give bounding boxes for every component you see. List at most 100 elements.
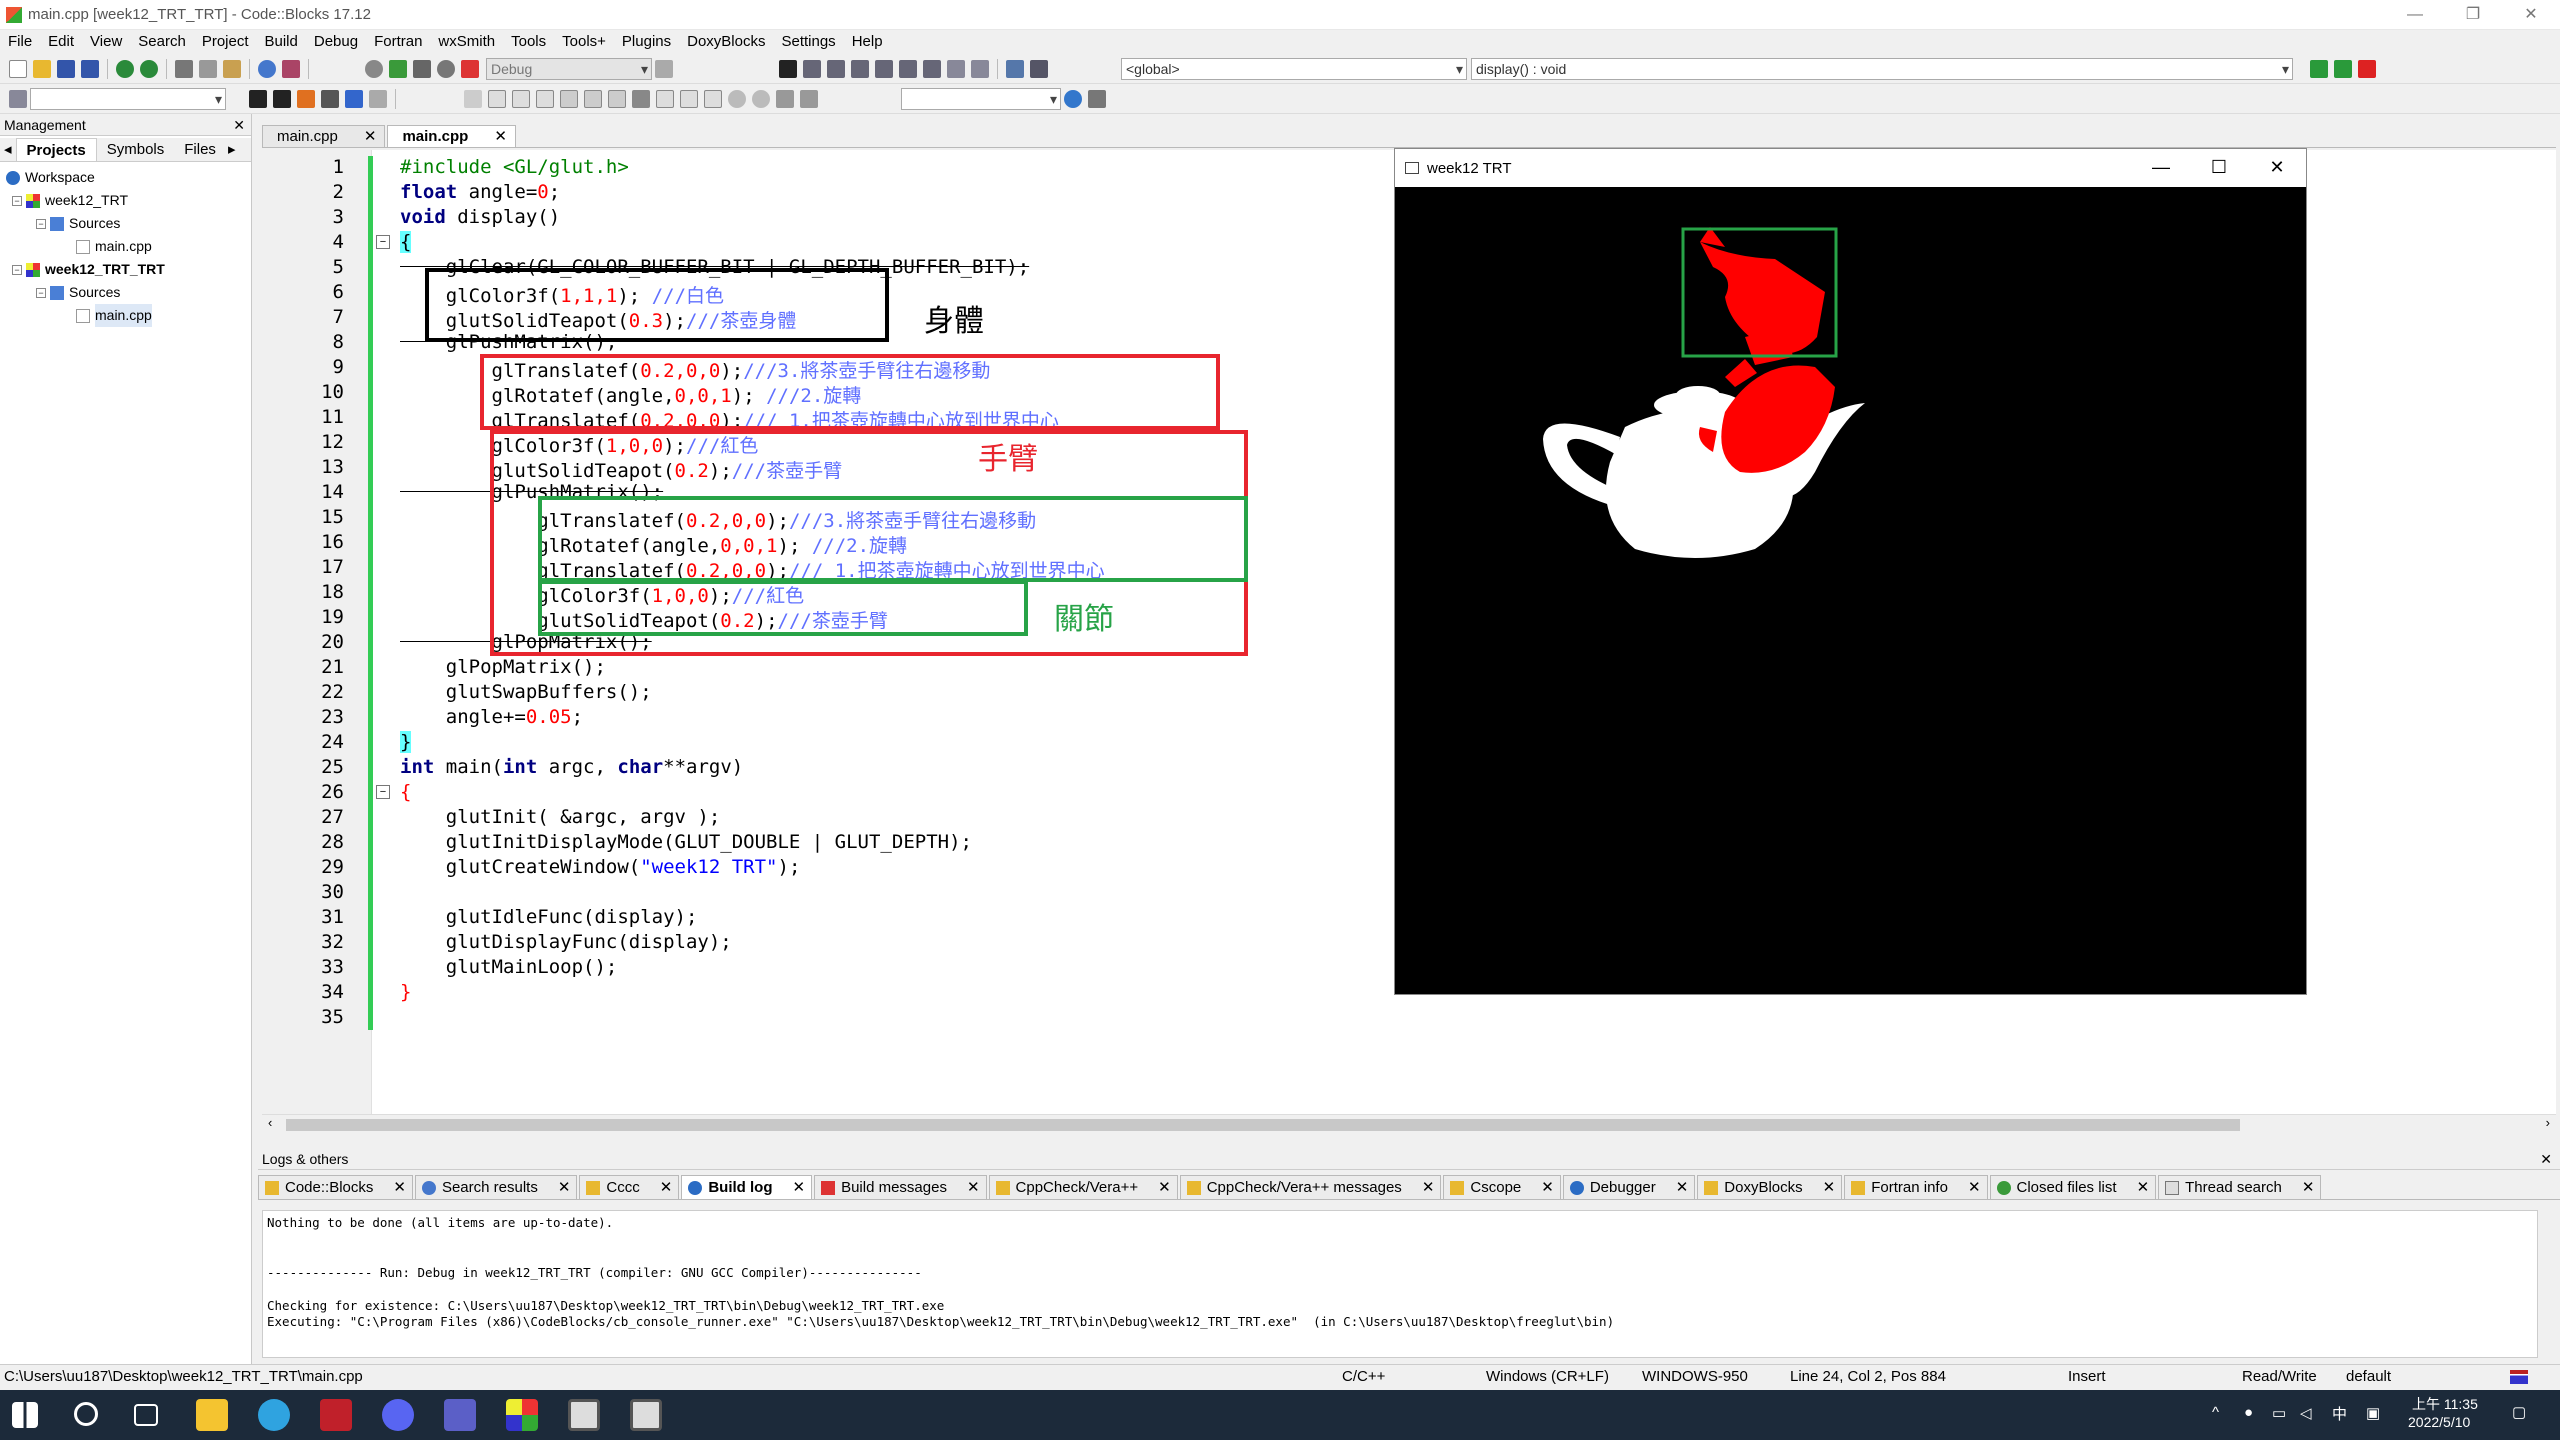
clock-time[interactable]: 上午 11:35 (2412, 1394, 2478, 1414)
windows-start-icon[interactable] (12, 1402, 38, 1428)
console-taskbar-icon[interactable] (630, 1399, 662, 1431)
maximize-button[interactable]: ❐ (2444, 0, 2502, 30)
discord-icon[interactable] (382, 1399, 414, 1431)
log-tab-thread-search[interactable]: Thread search ✕ (2158, 1175, 2322, 1199)
menu-fortran[interactable]: Fortran (366, 33, 430, 50)
log-tab-fortran-info[interactable]: Fortran info ✕ (1844, 1175, 1988, 1199)
ime-indicator[interactable]: 中 (2332, 1403, 2347, 1424)
step-instruction-icon[interactable] (923, 59, 941, 78)
compiler-icon[interactable] (9, 89, 27, 108)
tab-close-icon[interactable]: ✕ (1968, 1177, 1981, 1199)
menu-wxsmith[interactable]: wxSmith (430, 33, 503, 50)
menu-doxyblocks[interactable]: DoxyBlocks (679, 33, 773, 50)
edge-icon[interactable] (258, 1399, 290, 1431)
save-all-icon[interactable] (81, 59, 99, 78)
menu-search[interactable]: Search (130, 33, 194, 50)
glut-window-taskbar-icon[interactable] (568, 1399, 600, 1431)
settings-wrench-icon[interactable] (1088, 89, 1106, 108)
log-tab-cscope[interactable]: Cscope ✕ (1443, 1175, 1561, 1199)
next-line-icon[interactable] (827, 59, 845, 78)
tab-close-icon[interactable]: ✕ (364, 126, 377, 147)
logs-close-button[interactable]: ✕ (2540, 1148, 2552, 1170)
tab-close-icon[interactable]: ✕ (967, 1177, 980, 1199)
teams-icon[interactable] (444, 1399, 476, 1431)
sizer-widget-icon[interactable] (704, 89, 722, 108)
list-widget-icon[interactable] (656, 89, 674, 108)
log-tab-build-log[interactable]: Build log ✕ (681, 1175, 813, 1199)
jump-forward-icon[interactable] (2334, 59, 2352, 78)
show-targets-icon[interactable] (655, 59, 673, 78)
menu-debug[interactable]: Debug (306, 33, 366, 50)
log-tab-search-results[interactable]: Search results ✕ (414, 1175, 578, 1199)
pointer-icon[interactable] (464, 89, 482, 108)
editor-tab-main-1[interactable]: main.cpp ✕ (262, 125, 386, 147)
editor-tab-main-2[interactable]: main.cpp ✕ (387, 125, 516, 147)
menu-settings[interactable]: Settings (773, 33, 843, 50)
text-icon[interactable] (345, 89, 363, 108)
save-icon[interactable] (57, 59, 75, 78)
tab-close-icon[interactable]: ✕ (558, 1177, 571, 1199)
c-icon[interactable] (800, 89, 818, 108)
step-out-icon[interactable] (875, 59, 893, 78)
bookmark-icon[interactable] (2358, 59, 2376, 78)
build-run-icon[interactable] (413, 59, 431, 78)
logs-vertical-scrollbar[interactable] (2540, 1210, 2560, 1358)
management-close-button[interactable]: ✕ (233, 114, 245, 136)
debug-windows-icon[interactable] (1006, 59, 1024, 78)
horizontal-scrollbar[interactable]: ‹ › (262, 1114, 2556, 1134)
pause-icon[interactable] (947, 59, 965, 78)
scrollbar-thumb[interactable] (286, 1119, 2240, 1131)
prev-icon[interactable] (249, 89, 267, 108)
glut-maximize-button[interactable]: ☐ (2190, 149, 2248, 185)
minimize-button[interactable]: — (2386, 0, 2444, 30)
next-instruction-icon[interactable] (899, 59, 917, 78)
menu-plugins[interactable]: Plugins (614, 33, 679, 50)
redo-icon[interactable] (140, 59, 158, 78)
dialog-icon[interactable] (536, 89, 554, 108)
log-tab-codeblocks[interactable]: Code::Blocks ✕ (258, 1175, 413, 1199)
new-file-icon[interactable] (9, 59, 27, 78)
label-widget-icon[interactable] (584, 89, 602, 108)
menu-edit[interactable]: Edit (40, 33, 82, 50)
zoom-out-icon[interactable] (752, 89, 770, 108)
notification-icon[interactable]: ▢ (2512, 1403, 2526, 1421)
scroll-left-icon[interactable]: ‹ (268, 1115, 272, 1130)
ime-mode-icon[interactable]: ▣ (2366, 1404, 2380, 1422)
menu-build[interactable]: Build (257, 33, 306, 50)
run-icon[interactable] (389, 59, 407, 78)
scope-select[interactable]: <global> (1121, 57, 1467, 80)
cut-icon[interactable] (175, 59, 193, 78)
menu-view[interactable]: View (82, 33, 130, 50)
match-icon[interactable] (369, 89, 387, 108)
zoom-in-icon[interactable] (728, 89, 746, 108)
menu-help[interactable]: Help (844, 33, 891, 50)
tab-close-icon[interactable]: ✕ (1541, 1177, 1554, 1199)
tab-close-icon[interactable]: ✕ (494, 126, 507, 147)
tab-close-icon[interactable]: ✕ (1422, 1177, 1435, 1199)
search-combo[interactable] (30, 87, 226, 110)
network-icon[interactable]: ▭ (2272, 1404, 2286, 1422)
find-icon[interactable] (258, 59, 276, 78)
tab-close-icon[interactable]: ✕ (660, 1177, 673, 1199)
microphone-icon[interactable]: ● (2244, 1404, 2253, 1421)
frame-icon[interactable] (488, 89, 506, 108)
symbol-combo[interactable] (901, 87, 1061, 110)
tray-chevron-icon[interactable]: ^ (2212, 1404, 2219, 1421)
rebuild-icon[interactable] (437, 59, 455, 78)
build-gear-icon[interactable] (365, 59, 383, 78)
function-select[interactable]: display() : void (1471, 57, 2293, 80)
abort-icon[interactable] (461, 59, 479, 78)
panel-icon[interactable] (512, 89, 530, 108)
menu-project[interactable]: Project (194, 33, 257, 50)
log-tab-cppcheck-messages[interactable]: CppCheck/Vera++ messages ✕ (1179, 1175, 1442, 1199)
log-tab-build-messages[interactable]: Build messages ✕ (814, 1175, 987, 1199)
image-widget-icon[interactable] (632, 89, 650, 108)
paste-icon[interactable] (223, 59, 241, 78)
glut-minimize-button[interactable]: — (2132, 149, 2190, 185)
debug-info-icon[interactable] (1030, 59, 1048, 78)
log-tab-debugger[interactable]: Debugger ✕ (1562, 1175, 1696, 1199)
tab-close-icon[interactable]: ✕ (393, 1177, 406, 1199)
debug-start-icon[interactable] (779, 59, 797, 78)
undo-icon[interactable] (116, 59, 134, 78)
codeblocks-taskbar-icon[interactable] (506, 1399, 538, 1431)
